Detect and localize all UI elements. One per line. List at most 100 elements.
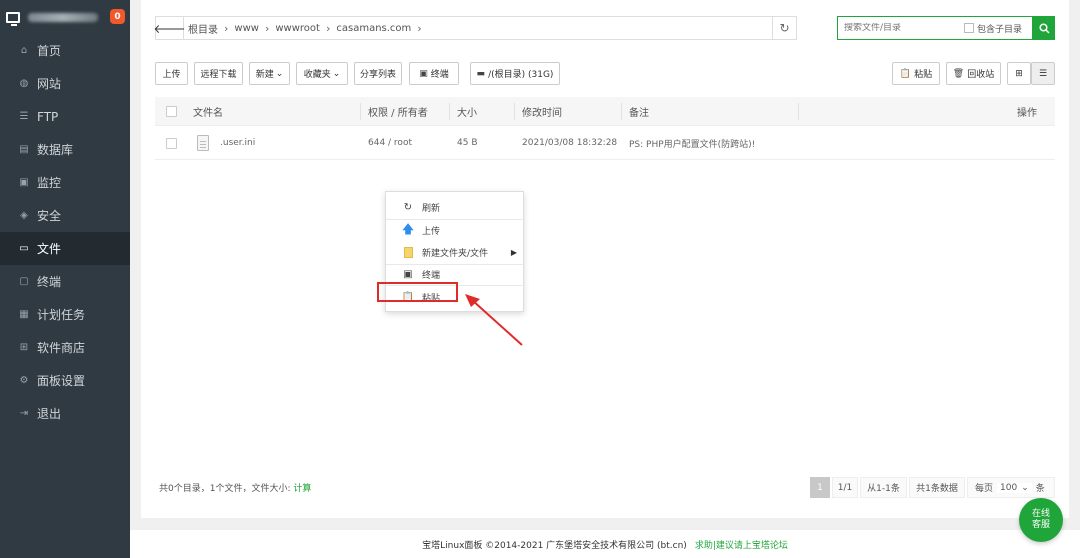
gear-icon: ⚙	[19, 375, 29, 386]
sidebar-menu: ⌂ 首页 ◍ 网站 ☰ FTP ▤ 数据库 ▣ 监控 ◈ 安全 ▭ 文件 ▢ 终端 ▦ 计划任务 …	[0, 34, 130, 430]
chevron-down-icon: ⌄	[332, 68, 341, 79]
sidebar-item-label: 数据库	[37, 143, 74, 157]
directory-summary: 共0个目录，1个文件，文件大小: 计算	[159, 484, 312, 494]
sidebar-item-label: 首页	[37, 44, 62, 58]
hdd-icon: ▬	[476, 68, 486, 79]
sidebar-item-store[interactable]: ⊞ 软件商店	[0, 331, 130, 364]
context-menu-new[interactable]: 新建文件夹/文件 ▶	[386, 241, 525, 263]
sidebar-item-label: FTP	[37, 109, 59, 124]
breadcrumb-root[interactable]: 根目录 ›	[188, 21, 234, 36]
sidebar-item-label: 退出	[37, 407, 62, 421]
calculate-size-link[interactable]: 计算	[293, 484, 311, 494]
copyright-text: 宝塔Linux面板 ©2014-2021 广东堡塔安全技术有限公司 (bt.cn…	[422, 540, 687, 551]
file-note[interactable]: PS: PHP用户配置文件(防跨站)!	[629, 126, 755, 160]
list-view-button[interactable]: ☰	[1031, 62, 1055, 85]
forum-link[interactable]: 求助|建议请上宝塔论坛	[695, 538, 788, 551]
breadcrumb-domain[interactable]: casamans.com ›	[336, 22, 427, 35]
home-icon: ⌂	[20, 45, 28, 56]
pager-current-page[interactable]: 1	[810, 477, 830, 498]
chevron-down-icon: ⌄	[275, 68, 284, 79]
shield-icon: ◈	[20, 210, 28, 221]
column-header-permissions[interactable]: 权限 / 所有者	[368, 97, 428, 126]
sidebar-item-cron[interactable]: ▦ 计划任务	[0, 298, 130, 331]
grid-view-button[interactable]: ⊞	[1007, 62, 1031, 85]
select-all-checkbox[interactable]	[166, 106, 177, 117]
search-button[interactable]	[1033, 16, 1055, 40]
logout-icon: ⇥	[19, 408, 29, 419]
per-page-control: 每页 100 ⌄ 条	[967, 477, 1055, 498]
sidebar-item-label: 监控	[37, 176, 62, 190]
terminal-icon: ▣	[419, 68, 428, 79]
refresh-button[interactable]: ↻	[772, 17, 796, 39]
favorites-dropdown-button[interactable]: 收藏夹 ⌄	[296, 62, 348, 85]
recycle-bin-button[interactable]: 🗑 回收站	[946, 62, 1001, 85]
sidebar-item-label: 网站	[37, 77, 62, 91]
sidebar-item-ftp[interactable]: ☰ FTP	[0, 100, 130, 133]
sidebar-item-label: 面板设置	[37, 374, 86, 388]
disk-button[interactable]: ▬/(根目录) (31G)	[470, 62, 560, 85]
arrow-left-icon: 🡐	[153, 21, 186, 36]
pager-page-count: 1/1	[832, 477, 858, 498]
server-icon	[6, 11, 20, 26]
file-name[interactable]: .user.ini	[220, 126, 255, 160]
column-divider	[798, 103, 799, 120]
back-button[interactable]: 🡐	[153, 17, 186, 39]
share-list-button[interactable]: 分享列表	[354, 62, 402, 85]
search-input[interactable]	[838, 23, 958, 33]
column-header-mtime[interactable]: 修改时间	[522, 97, 562, 126]
file-table-header: 文件名 权限 / 所有者 大小 修改时间 备注 操作	[155, 97, 1055, 126]
sidebar-item-monitor[interactable]: ▣ 监控	[0, 166, 130, 199]
per-page-select[interactable]: 100 ⌄	[997, 482, 1032, 493]
sidebar-item-label: 安全	[37, 209, 62, 223]
paste-button[interactable]: 📋 粘贴	[892, 62, 940, 85]
chevron-down-icon: ⌄	[1021, 482, 1029, 493]
file-mtime: 2021/03/08 18:32:28	[522, 138, 618, 148]
sidebar-item-security[interactable]: ◈ 安全	[0, 199, 130, 232]
grid-icon: ⊞	[19, 342, 29, 353]
sidebar-item-label: 文件	[37, 242, 62, 256]
include-subdir-checkbox[interactable]: 包含子目录	[964, 22, 1022, 35]
trash-icon: 🗑	[952, 68, 965, 79]
sidebar-item-label: 计划任务	[37, 308, 86, 322]
annotation-arrow	[465, 294, 523, 346]
context-menu-refresh[interactable]: ↻ 刷新	[386, 196, 525, 218]
column-header-size[interactable]: 大小	[457, 97, 477, 126]
sidebar-item-label: 软件商店	[37, 341, 86, 355]
sidebar-item-terminal[interactable]: ▢ 终端	[0, 265, 130, 298]
file-manager-panel: 🡐 根目录› www› wwwroot› casamans.com› ↻ 包含子…	[141, 0, 1069, 518]
sidebar-item-files[interactable]: ▭ 文件	[0, 232, 130, 265]
new-dropdown-button[interactable]: 新建 ⌄	[249, 62, 290, 85]
row-checkbox[interactable]	[166, 137, 177, 149]
checkbox-icon	[964, 23, 974, 33]
server-name-blurred	[28, 12, 98, 22]
ftp-icon: ☰	[19, 111, 29, 122]
file-permissions[interactable]: 644 / root	[368, 126, 412, 160]
breadcrumb-wwwroot[interactable]: wwwroot ›	[275, 22, 336, 35]
search-icon	[1038, 22, 1050, 34]
terminal-button[interactable]: ▣ 终端	[409, 62, 459, 85]
sidebar-item-home[interactable]: ⌂ 首页	[0, 34, 130, 67]
chevron-right-icon: ›	[224, 21, 229, 35]
calendar-icon: ▦	[19, 309, 29, 320]
online-support-button[interactable]: 在线 客服	[1019, 498, 1063, 542]
sidebar-item-website[interactable]: ◍ 网站	[0, 67, 130, 100]
sidebar-item-logout[interactable]: ⇥ 退出	[0, 397, 130, 430]
column-header-name[interactable]: 文件名	[193, 97, 223, 126]
table-row[interactable]: .user.ini 644 / root 45 B 2021/03/08 18:…	[155, 126, 1055, 160]
sidebar-item-database[interactable]: ▤ 数据库	[0, 133, 130, 166]
upload-button[interactable]: 上传	[155, 62, 188, 85]
server-header: 0	[0, 0, 130, 34]
remote-download-button[interactable]: 远程下载	[194, 62, 243, 85]
column-header-operations: 操作	[1017, 108, 1037, 119]
sidebar: 0 ⌂ 首页 ◍ 网站 ☰ FTP ▤ 数据库 ▣ 监控 ◈ 安全 ▭ 文件 ▢ 终端 ▦ 计划任…	[0, 0, 130, 558]
database-icon: ▤	[19, 144, 29, 155]
sidebar-item-settings[interactable]: ⚙ 面板设置	[0, 364, 130, 397]
file-size: 45 B	[457, 138, 478, 148]
clipboard-icon: 📋	[899, 68, 912, 79]
context-menu-upload[interactable]: 🡅 上传	[386, 219, 525, 241]
notification-badge[interactable]: 0	[110, 9, 125, 24]
chevron-right-icon: ›	[417, 21, 422, 35]
column-header-note: 备注	[629, 108, 649, 119]
breadcrumb-www[interactable]: www ›	[234, 22, 275, 35]
column-divider	[621, 103, 622, 120]
